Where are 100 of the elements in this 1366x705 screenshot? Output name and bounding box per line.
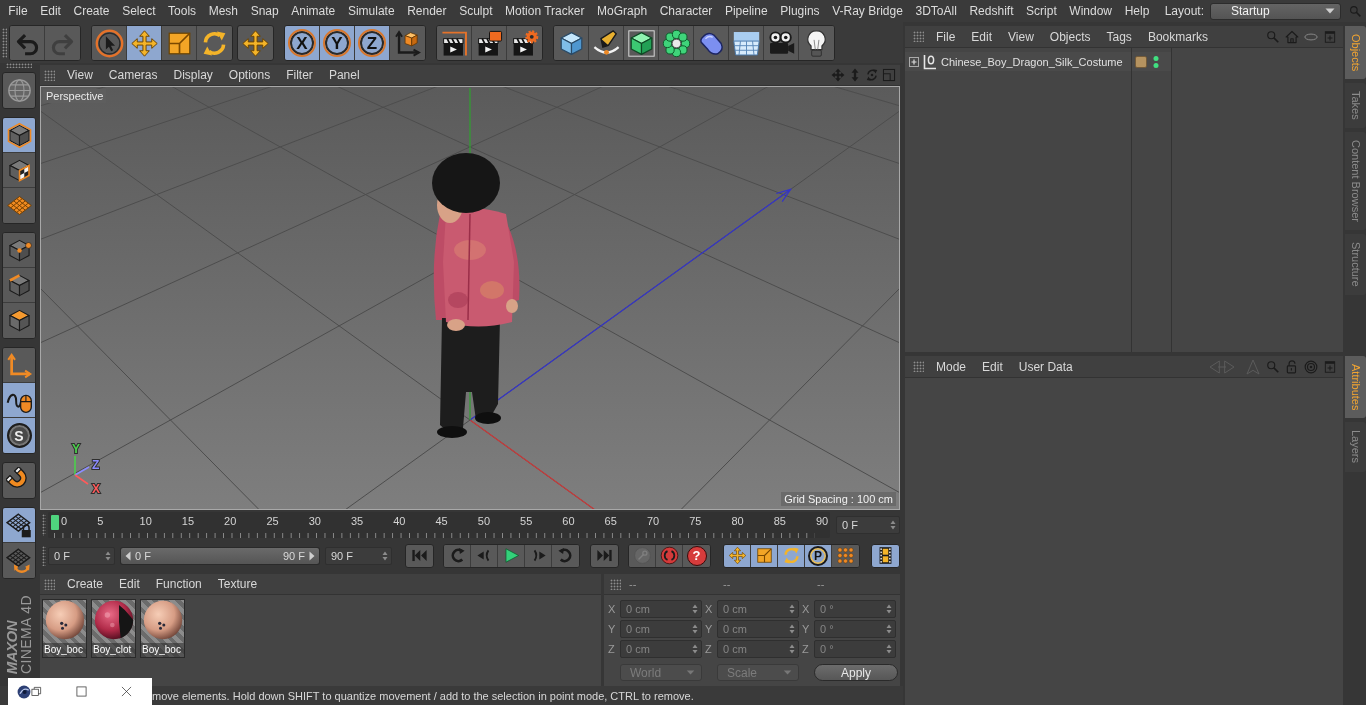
frame-number: 45 — [435, 515, 448, 528]
menu-item[interactable]: Character — [653, 0, 719, 22]
grip-icon — [42, 514, 46, 536]
menu-item[interactable]: Sculpt — [452, 0, 499, 22]
tweak-mode-button[interactable] — [3, 383, 35, 418]
menu-item[interactable]: Panel — [320, 68, 368, 82]
axis-lock-button[interactable]: X — [285, 26, 320, 60]
menu-item[interactable]: Edit — [963, 29, 1001, 44]
timeline-button[interactable] — [871, 543, 900, 568]
frame-range-slider[interactable]: 0 F 90 F — [120, 546, 320, 565]
grip-icon — [44, 578, 55, 590]
material-sphere-icon — [142, 600, 183, 640]
menu-item[interactable]: MoGraph — [590, 0, 654, 22]
menu-item[interactable]: Redshift — [963, 0, 1020, 22]
axis-lock-button[interactable]: Y — [320, 26, 355, 60]
menu-item[interactable]: Mesh — [202, 0, 245, 22]
layout-dropdown[interactable]: Startup — [1210, 2, 1341, 20]
material-swatch[interactable]: Boy_clot — [91, 599, 136, 658]
object-row[interactable]: Chinese_Boy_Dragon_Silk_Costume — [905, 52, 1131, 71]
menu-item[interactable]: Edit — [33, 0, 68, 22]
previous-key-button[interactable] — [444, 544, 471, 567]
world-axis-icon — [393, 28, 422, 58]
menu-item[interactable]: Edit — [111, 577, 148, 591]
frame-number: 90 — [816, 515, 829, 528]
close-icon[interactable] — [121, 686, 132, 697]
right-arrow-icon — [309, 550, 315, 561]
menu-item[interactable]: File — [928, 29, 964, 44]
material-tag-icon[interactable] — [1135, 55, 1147, 68]
menu-item[interactable]: Script — [1019, 0, 1064, 22]
move-tool-button[interactable] — [237, 25, 274, 61]
rotate-arrows-icon — [781, 546, 801, 565]
menu-item[interactable]: Create — [59, 577, 112, 591]
record-position-button[interactable] — [724, 544, 751, 567]
move-tool-button[interactable] — [127, 26, 162, 60]
maximize-icon[interactable] — [76, 686, 87, 697]
menu-item[interactable]: Create — [67, 0, 116, 22]
expand-plus-icon[interactable] — [909, 56, 919, 67]
grip-icon — [913, 31, 924, 42]
menu-item[interactable]: Window — [1063, 0, 1119, 22]
record-pla-button[interactable]: P — [805, 544, 832, 567]
visibility-dots-icon[interactable] — [1153, 54, 1159, 69]
menu-item[interactable]: Texture — [209, 577, 266, 591]
column-header: -- — [817, 578, 826, 590]
model-mode-button[interactable] — [3, 118, 35, 153]
lock-workplane-button[interactable] — [3, 508, 35, 543]
restore-icon[interactable] — [31, 686, 42, 697]
menu-item[interactable]: View — [1000, 29, 1042, 44]
menu-item[interactable]: Cameras — [100, 68, 166, 82]
menu-item[interactable]: Tags — [1098, 29, 1140, 44]
menu-item[interactable]: Simulate — [341, 0, 401, 22]
solo-button[interactable]: S — [3, 418, 35, 453]
menu-item[interactable]: Motion Tracker — [498, 0, 591, 22]
menu-item[interactable]: Options — [220, 68, 279, 82]
snap-button[interactable] — [2, 462, 36, 499]
current-frame-field[interactable]: 0 F — [836, 516, 900, 534]
undo-button[interactable] — [10, 26, 45, 60]
menu-item[interactable]: Select — [115, 0, 162, 22]
record-rotation-button[interactable] — [778, 544, 805, 567]
spinner-arrows-icon — [382, 550, 388, 561]
menu-item[interactable]: Help — [1118, 0, 1156, 22]
material-swatch[interactable]: Boy_boc — [42, 599, 87, 658]
spinner-arrows-icon — [886, 644, 892, 654]
menu-item[interactable]: Snap — [244, 0, 285, 22]
menu-item[interactable]: View — [59, 68, 101, 82]
spinner-arrows-icon — [789, 604, 795, 614]
menu-item[interactable]: Edit — [974, 359, 1011, 374]
cloner-button[interactable] — [659, 26, 694, 60]
menu-item[interactable]: Objects — [1041, 29, 1099, 44]
menu-item[interactable]: Bookmarks — [1139, 29, 1216, 44]
view-mode-button[interactable] — [2, 72, 36, 109]
menu-item[interactable]: Pipeline — [718, 0, 774, 22]
end-frame-field[interactable]: 90 F — [325, 546, 392, 565]
menu-item[interactable]: Function — [147, 577, 210, 591]
menu-item[interactable]: V-Ray Bridge — [825, 0, 910, 22]
cube-button[interactable] — [554, 26, 589, 60]
material-sphere-icon — [44, 600, 85, 640]
menu-item[interactable]: Render — [400, 0, 453, 22]
points-mode-button[interactable] — [3, 233, 35, 268]
menu-item[interactable]: File — [2, 0, 34, 22]
frame-number: 60 — [562, 515, 575, 528]
go-to-end-button[interactable] — [590, 543, 619, 568]
menu-item[interactable]: User Data — [1010, 359, 1081, 374]
menu-item[interactable]: Animate — [284, 0, 342, 22]
axis-lock-button[interactable]: Z — [355, 26, 390, 60]
start-frame-field[interactable]: 0 F — [48, 546, 115, 565]
menu-item[interactable]: Filter — [278, 68, 321, 82]
go-to-start-button[interactable] — [405, 543, 434, 568]
scale-icon — [754, 546, 774, 565]
axis-mode-button[interactable] — [3, 348, 35, 383]
record-scale-button[interactable] — [751, 544, 778, 567]
live-selection-button[interactable] — [92, 26, 127, 60]
frame-number: 70 — [646, 515, 660, 528]
menu-item[interactable]: Mode — [928, 359, 975, 374]
menu-item[interactable]: Tools — [161, 0, 203, 22]
menu-item[interactable]: Display — [165, 68, 221, 82]
menu-item[interactable]: Plugins — [773, 0, 826, 22]
menu-item[interactable]: 3DToAll — [909, 0, 964, 22]
material-swatch[interactable]: Boy_boc — [140, 599, 185, 658]
frame-number: 55 — [520, 515, 533, 528]
render-view-button[interactable] — [437, 26, 472, 60]
